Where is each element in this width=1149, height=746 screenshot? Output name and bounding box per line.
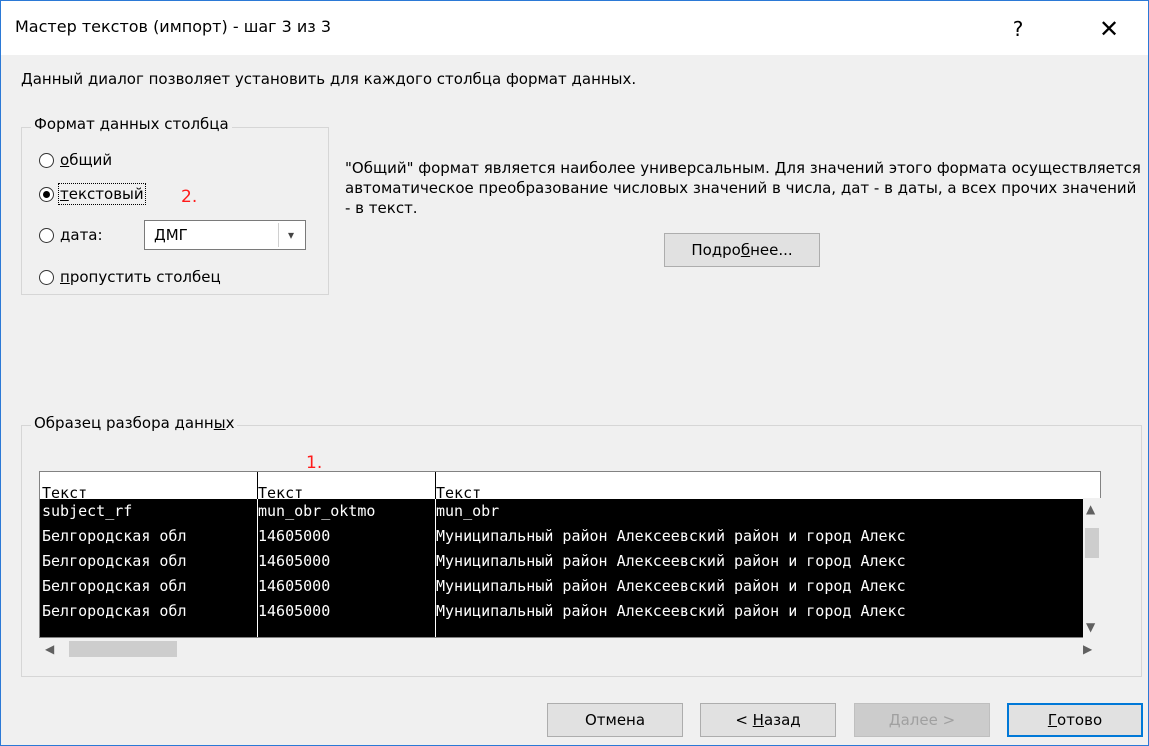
table-cell: Муниципальный район Алексеевский район и… [436,552,906,570]
table-cell: Муниципальный район Алексеевский район и… [436,527,906,545]
table-cell: 14605000 [258,527,331,545]
radio-date-indicator[interactable] [39,227,54,243]
horizontal-scroll-thumb[interactable] [69,641,177,657]
title-bar: Мастер текстов (импорт) - шаг 3 из 3 ? ✕ [1,1,1148,55]
window-title: Мастер текстов (импорт) - шаг 3 из 3 [15,17,332,36]
table-cell: 14605000 [258,577,331,595]
scroll-left-icon[interactable]: ◀ [45,642,54,656]
chevron-down-icon[interactable]: ▾ [278,223,303,247]
column-format-legend: Формат данных столбца [31,115,232,133]
scroll-down-icon[interactable]: ▼ [1086,620,1095,634]
column-divider[interactable] [435,499,436,637]
radio-skip-label: пропустить столбец [60,268,221,286]
next-button[interactable]: Далее > [854,703,990,737]
radio-general-label: общий [60,151,113,169]
scroll-up-icon[interactable]: ▲ [1086,502,1095,516]
vertical-scroll-thumb[interactable] [1085,528,1099,558]
radio-general[interactable]: общий [39,148,112,172]
preview-body[interactable]: subject_rf mun_obr_oktmo mun_obr Белгоро… [40,499,1084,637]
radio-text[interactable]: текстовый [39,182,146,206]
table-row[interactable]: Белгородская обл 14605000 Муниципальный … [40,552,1084,574]
radio-general-indicator[interactable] [39,152,54,168]
radio-date-label: дата: [60,226,103,244]
help-button[interactable]: ? [995,9,1041,49]
table-cell: Муниципальный район Алексеевский район и… [436,577,906,595]
table-cell: mun_obr_oktmo [258,502,376,520]
radio-date[interactable]: дата: [39,223,103,247]
radio-text-indicator[interactable] [39,186,54,202]
horizontal-scrollbar[interactable]: ◀ ▶ [39,638,1101,660]
finish-button[interactable]: Готово [1007,703,1143,737]
table-cell: Белгородская обл [42,577,187,595]
cancel-button[interactable]: Отмена [547,703,683,737]
table-cell: Белгородская обл [42,602,187,620]
text-import-wizard-dialog: Мастер текстов (импорт) - шаг 3 из 3 ? ✕… [0,0,1149,746]
annotation-1: 1. [306,453,323,473]
table-cell: Белгородская обл [42,527,187,545]
scroll-right-icon[interactable]: ▶ [1083,642,1092,656]
preview-header-row[interactable]: Текст Текст Текст [40,472,1100,502]
data-preview-grid[interactable]: Текст Текст Текст subject_rf mun_obr_okt… [39,471,1101,638]
table-cell: Муниципальный район Алексеевский район и… [436,602,906,620]
table-cell: 14605000 [258,552,331,570]
date-format-value: ДМГ [154,226,188,244]
radio-skip-indicator[interactable] [39,269,54,285]
advanced-button[interactable]: Подро б нее... [664,233,820,267]
radio-text-label: текстовый [58,183,146,205]
radio-skip[interactable]: пропустить столбец [39,265,221,289]
column-divider[interactable] [435,472,436,499]
table-row[interactable]: subject_rf mun_obr_oktmo mun_obr [40,502,1084,524]
table-cell: Белгородская обл [42,552,187,570]
date-format-combo[interactable]: ДМГ ▾ [144,220,306,250]
format-description: "Общий" формат является наиболее универс… [345,159,1141,217]
back-button[interactable]: < Назад [700,703,836,737]
vertical-scrollbar[interactable]: ▲ ▼ [1083,498,1101,638]
intro-text: Данный диалог позволяет установить для к… [21,70,637,88]
table-row[interactable]: Белгородская обл 14605000 Муниципальный … [40,577,1084,599]
table-row[interactable]: Белгородская обл 14605000 Муниципальный … [40,527,1084,549]
data-preview-legend: Образец разбора данных [31,414,238,432]
column-divider[interactable] [257,472,258,499]
annotation-2: 2. [181,187,198,207]
close-button[interactable]: ✕ [1086,9,1132,49]
column-divider[interactable] [257,499,258,637]
table-cell: mun_obr [436,502,500,520]
table-cell: subject_rf [42,502,133,520]
table-cell: 14605000 [258,602,331,620]
table-row[interactable]: Белгородская обл 14605000 Муниципальный … [40,602,1084,624]
